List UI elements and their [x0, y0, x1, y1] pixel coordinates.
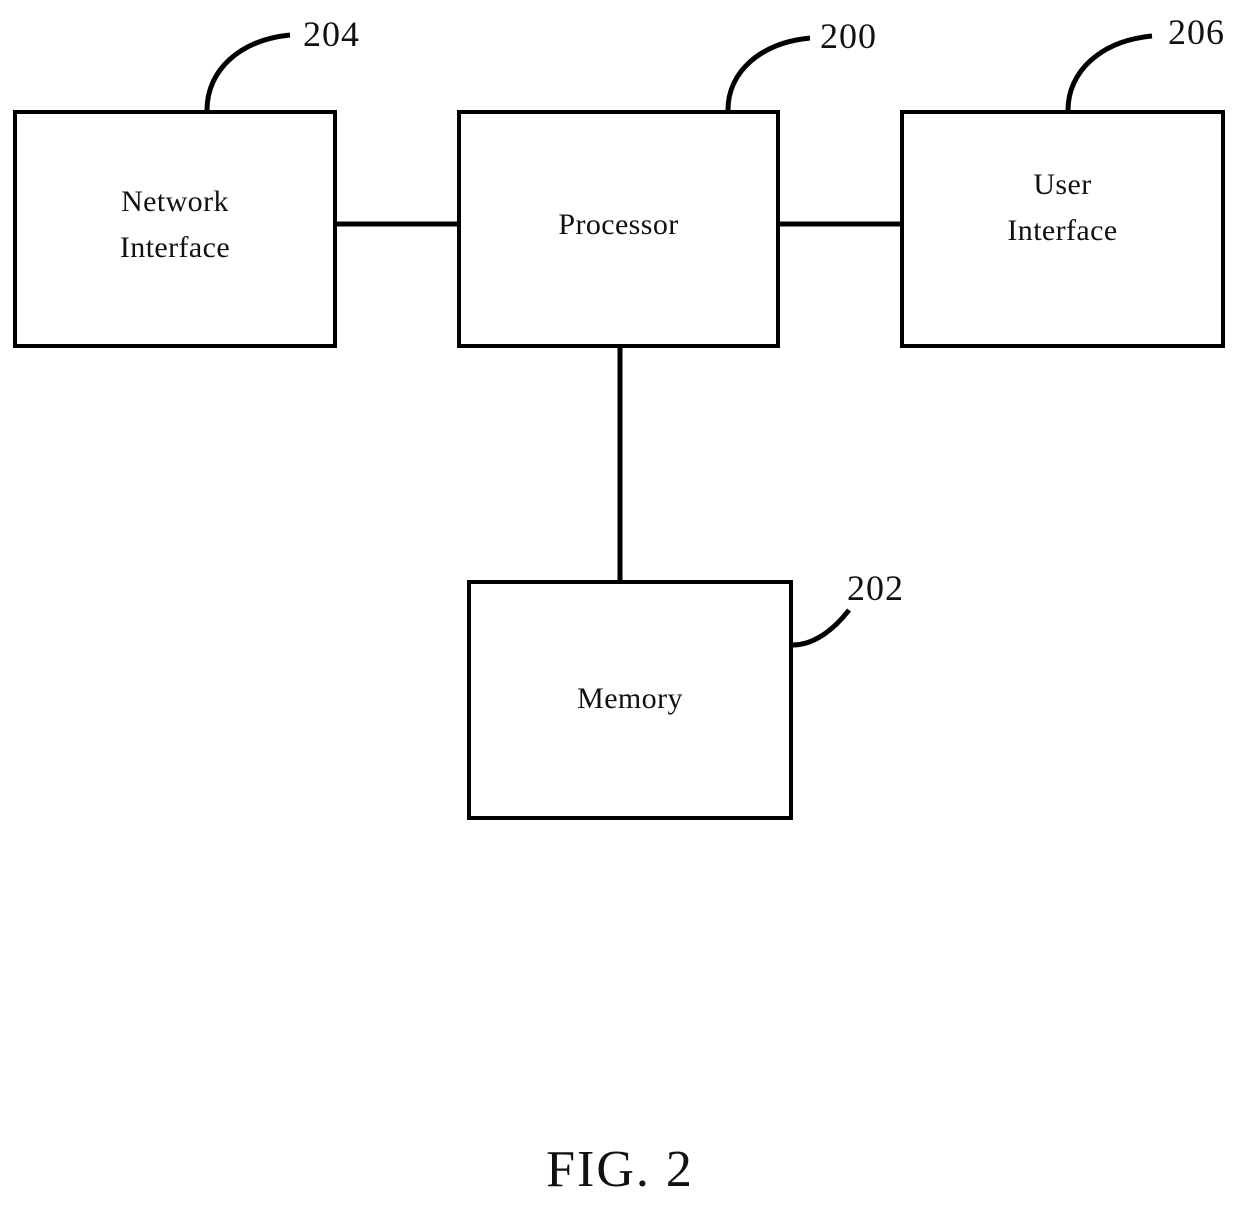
block-user-interface: User Interface [900, 110, 1225, 348]
block-memory-label: Memory [577, 682, 683, 716]
lead-line-200 [725, 35, 811, 111]
reference-numeral-202: 202 [847, 568, 904, 608]
block-processor: Processor [457, 110, 780, 348]
block-network-interface-label: Network Interface [119, 185, 231, 264]
block-user-interface-label: User Interface [1007, 168, 1118, 247]
block-network-interface: Network Interface [13, 110, 337, 348]
reference-numeral-200: 200 [820, 16, 877, 56]
reference-numeral-204: 204 [303, 14, 360, 54]
block-memory: Memory [467, 580, 793, 820]
lead-line-202 [792, 608, 851, 648]
reference-numeral-206: 206 [1168, 12, 1225, 52]
block-processor-label: Processor [558, 208, 679, 242]
patent-figure: Network Interface Processor User Interfa… [0, 0, 1240, 1219]
lead-line-206 [1065, 33, 1153, 111]
lead-line-204 [204, 32, 291, 111]
figure-caption: FIG. 2 [546, 1141, 694, 1198]
